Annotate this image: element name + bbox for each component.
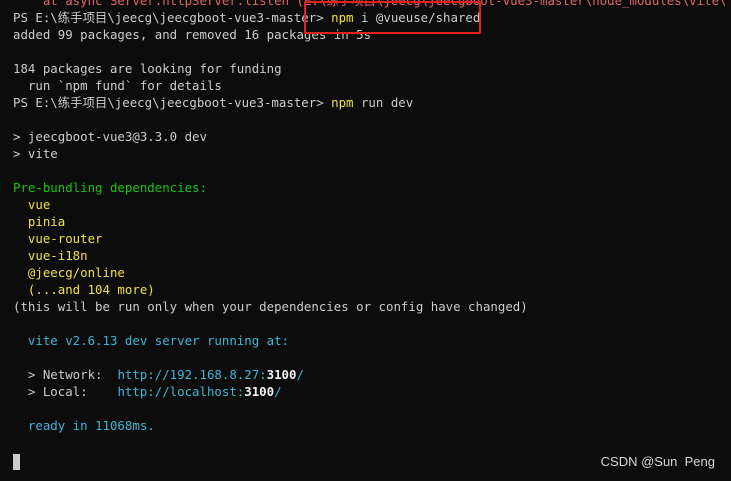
terminal-line: vue-i18n	[13, 247, 725, 264]
terminal-window[interactable]: at async Server.httpServer.listen (E:\练手…	[0, 0, 731, 481]
terminal-line: pinia	[13, 213, 725, 230]
terminal-line: (this will be run only when your depende…	[13, 298, 725, 315]
terminal-text: > vite	[13, 146, 58, 161]
terminal-output: at async Server.httpServer.listen (E:\练手…	[13, 0, 725, 434]
terminal-line: (...and 104 more)	[13, 281, 725, 298]
terminal-text: npm	[331, 95, 354, 110]
terminal-line: > vite	[13, 145, 725, 162]
terminal-text: (...and 104 more)	[13, 282, 155, 297]
terminal-text: vue-i18n	[13, 248, 88, 263]
terminal-line: vue-router	[13, 230, 725, 247]
terminal-text: run `npm fund` for details	[13, 78, 222, 93]
terminal-text: /	[274, 384, 282, 399]
terminal-cursor	[13, 454, 20, 470]
terminal-text: http://192.168.8.27:	[117, 367, 267, 382]
terminal-text: vite v2.6.13 dev server running at:	[13, 333, 290, 348]
terminal-text: (this will be run only when your depende…	[13, 299, 528, 314]
terminal-text: > Local:	[13, 384, 118, 399]
terminal-text: pinia	[13, 214, 66, 229]
terminal-text: PS E:\练手项目\jeecg\jeecgboot-vue3-master>	[13, 10, 332, 25]
terminal-line: 184 packages are looking for funding	[13, 60, 725, 77]
terminal-text: vue-router	[13, 231, 103, 246]
terminal-line: > jeecgboot-vue3@3.3.0 dev	[13, 128, 725, 145]
terminal-text: > jeecgboot-vue3@3.3.0 dev	[13, 129, 207, 144]
terminal-line: > Network: http://192.168.8.27:3100/	[13, 366, 725, 383]
terminal-text: 3100	[266, 367, 297, 382]
terminal-line: vite v2.6.13 dev server running at:	[13, 332, 725, 349]
highlight-box	[304, 1, 481, 34]
terminal-line: ready in 11068ms.	[13, 417, 725, 434]
terminal-text: Pre-bundling dependencies:	[13, 180, 207, 195]
terminal-text: > Network:	[13, 367, 118, 382]
terminal-text: vue	[13, 197, 51, 212]
terminal-text: 3100	[244, 384, 275, 399]
terminal-line: > Local: http://localhost:3100/	[13, 383, 725, 400]
watermark: CSDN @Sun Peng	[600, 454, 715, 469]
terminal-text: PS E:\练手项目\jeecg\jeecgboot-vue3-master>	[13, 95, 332, 110]
terminal-line: PS E:\练手项目\jeecg\jeecgboot-vue3-master> …	[13, 94, 725, 111]
terminal-line: @jeecg/online	[13, 264, 725, 281]
terminal-text: 184 packages are looking for funding	[13, 61, 282, 76]
terminal-text: http://localhost:	[117, 384, 245, 399]
terminal-text: @jeecg/online	[13, 265, 125, 280]
terminal-text: /	[296, 367, 304, 382]
terminal-line: run `npm fund` for details	[13, 77, 725, 94]
terminal-line: Pre-bundling dependencies:	[13, 179, 725, 196]
terminal-line: vue	[13, 196, 725, 213]
terminal-text: run dev	[353, 95, 414, 110]
terminal-text: ready in 11068ms.	[13, 418, 155, 433]
